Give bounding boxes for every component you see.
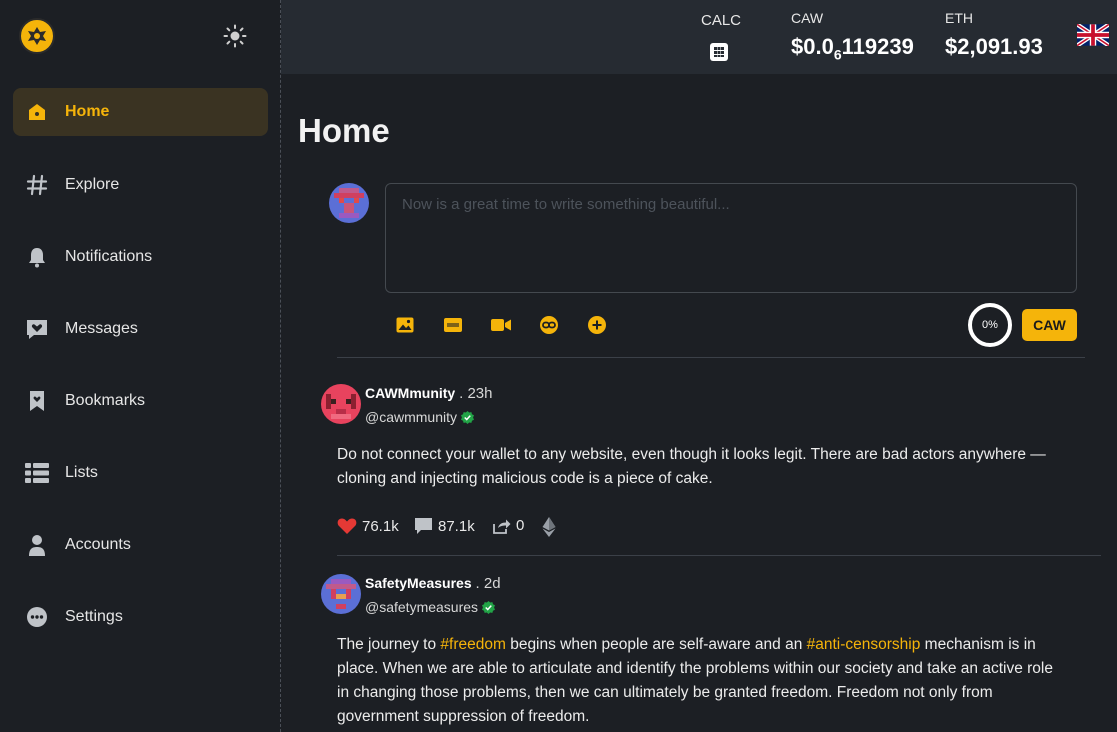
caw-price-suffix: 119239	[841, 34, 914, 59]
price-header: CALC CAW $0.06119239 ETH $2,091.93	[281, 0, 1117, 74]
heart-icon	[337, 518, 357, 534]
gif-icon[interactable]	[442, 314, 464, 336]
post-author-name-text: CAWMmunity	[365, 385, 456, 401]
share-icon	[493, 519, 511, 534]
bookmark-icon	[25, 389, 49, 413]
verified-badge-icon	[482, 600, 496, 614]
sidebar-item-label: Bookmarks	[65, 392, 146, 409]
caw-logo-icon[interactable]	[19, 18, 55, 54]
sidebar-item-label: Home	[65, 103, 110, 120]
post-body: Do not connect your wallet to any websit…	[337, 446, 1046, 487]
sidebar-item-settings[interactable]: Settings	[13, 593, 268, 641]
sidebar-item-notifications[interactable]: Notifications	[13, 233, 268, 281]
post-author-name-text: SafetyMeasures	[365, 575, 472, 591]
video-icon[interactable]	[490, 314, 512, 336]
share-count: 0	[516, 517, 525, 534]
like-count: 76.1k	[362, 517, 399, 535]
post-author-handle[interactable]: @safetymeasures	[365, 599, 496, 615]
caw-price-value: $0.06119239	[791, 34, 914, 62]
avatar[interactable]	[321, 574, 361, 614]
sidebar-item-accounts[interactable]: Accounts	[13, 521, 268, 569]
sun-icon[interactable]	[223, 24, 247, 48]
sidebar-item-label: Lists	[65, 464, 98, 481]
eth-price-value: $2,091.93	[945, 34, 1043, 59]
caw-price-label: CAW	[791, 10, 824, 26]
sidebar-item-label: Notifications	[65, 248, 153, 265]
comment-icon	[415, 518, 432, 534]
post-text: begins when people are self-aware and an	[505, 636, 807, 653]
avatar[interactable]	[321, 384, 361, 424]
post-divider	[337, 555, 1101, 556]
post-handle-text: @safetymeasures	[365, 599, 479, 615]
tip-eth-button[interactable]	[542, 517, 561, 537]
sidebar-item-label: Messages	[65, 320, 138, 337]
sidebar-item-explore[interactable]: Explore	[13, 161, 268, 209]
post-time: . 23h	[459, 385, 493, 402]
sidebar: Home Explore Notifications Messages Book…	[0, 0, 281, 732]
image-icon[interactable]	[394, 314, 416, 336]
page-title: Home	[298, 112, 390, 149]
comment-count: 87.1k	[438, 517, 475, 535]
user-icon	[25, 533, 49, 557]
calculator-icon[interactable]	[710, 43, 728, 61]
post-handle-text: @cawmmunity	[365, 409, 458, 425]
post-text: The journey to	[337, 636, 441, 653]
sidebar-item-home[interactable]: Home	[13, 88, 268, 136]
sidebar-item-label: Settings	[65, 608, 123, 625]
message-heart-icon	[25, 317, 49, 341]
sidebar-item-label: Explore	[65, 176, 120, 193]
link-icon[interactable]	[538, 314, 560, 336]
more-dots-icon	[25, 605, 49, 629]
hashtag-link[interactable]: #freedom	[440, 636, 505, 653]
caw-price-subscript: 6	[833, 46, 842, 63]
list-icon	[25, 461, 49, 485]
plus-circle-icon[interactable]	[586, 314, 608, 336]
sidebar-item-messages[interactable]: Messages	[13, 305, 268, 353]
post-body: The journey to #freedom begins when peop…	[337, 633, 1067, 729]
sidebar-item-lists[interactable]: Lists	[13, 449, 268, 497]
comment-button[interactable]: 87.1k	[414, 517, 475, 535]
composer-divider	[337, 357, 1085, 358]
like-button[interactable]: 76.1k	[337, 517, 399, 535]
share-button[interactable]: 0	[493, 517, 524, 534]
hashtag-link[interactable]: #anti-censorship	[807, 636, 921, 653]
sidebar-item-bookmarks[interactable]: Bookmarks	[13, 377, 268, 425]
post-author-handle[interactable]: @cawmmunity	[365, 409, 475, 425]
home-icon	[25, 100, 49, 124]
eth-price-label: ETH	[945, 10, 973, 26]
sidebar-item-label: Accounts	[65, 536, 131, 553]
ethereum-icon	[542, 517, 556, 537]
character-progress-text: 0%	[982, 319, 998, 331]
post-author-name[interactable]: CAWMmunity . 23h	[365, 385, 492, 402]
verified-badge-icon	[461, 410, 475, 424]
caw-price-prefix: $0.0	[791, 34, 834, 59]
avatar[interactable]	[329, 183, 369, 223]
hash-icon	[25, 173, 49, 197]
uk-flag-icon[interactable]	[1075, 22, 1111, 48]
caw-submit-button[interactable]: CAW	[1022, 309, 1077, 341]
compose-input[interactable]	[385, 183, 1077, 293]
calc-label: CALC	[701, 12, 742, 29]
post-time: . 2d	[475, 575, 501, 592]
post-author-name[interactable]: SafetyMeasures . 2d	[365, 575, 501, 592]
bell-icon	[25, 245, 49, 269]
